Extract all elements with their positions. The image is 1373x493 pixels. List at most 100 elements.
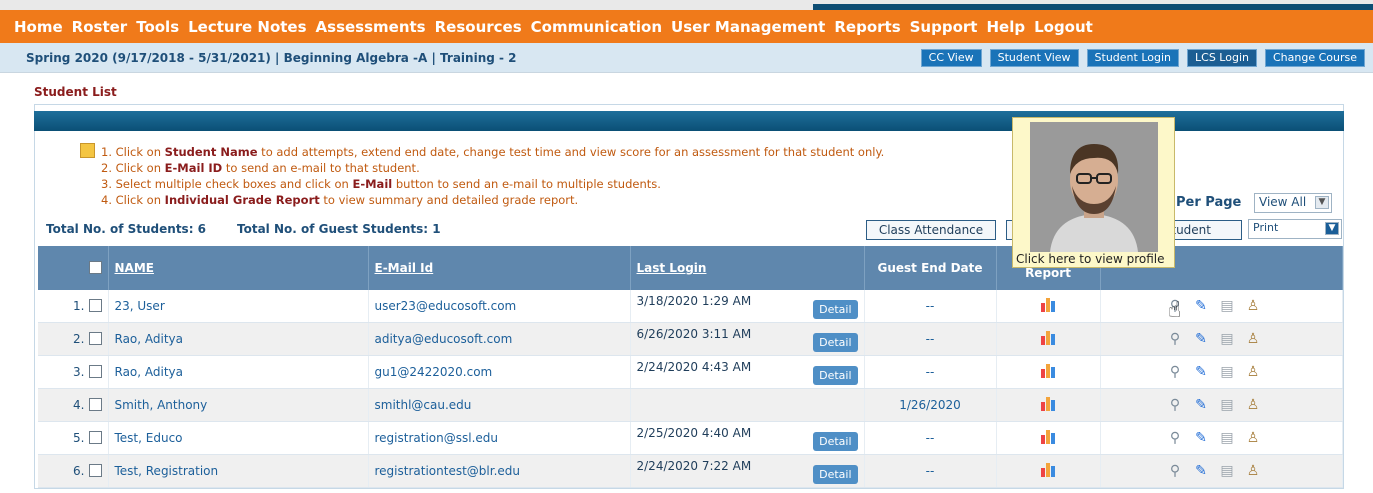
detail-button[interactable]: Detail: [813, 332, 858, 352]
document-icon[interactable]: ▤: [1219, 430, 1236, 447]
row-checkbox[interactable]: [88, 464, 102, 477]
instruction-2: 2. Click on E-Mail ID to send an e-mail …: [80, 160, 884, 176]
nav-tools[interactable]: Tools: [136, 18, 179, 36]
document-icon[interactable]: ▤: [1219, 397, 1236, 414]
user-icon[interactable]: ♙: [1245, 463, 1262, 480]
grade-report-icon[interactable]: [1041, 429, 1055, 444]
search-icon[interactable]: ⚲: [1167, 397, 1184, 414]
user-icon[interactable]: ♙: [1245, 397, 1262, 414]
email-cell: registration@ssl.edu: [368, 421, 631, 455]
grade-report-icon[interactable]: [1041, 396, 1055, 411]
edit-pencil-icon[interactable]: ✎: [1193, 397, 1210, 414]
nav-communication[interactable]: Communication: [531, 18, 662, 36]
search-icon[interactable]: ⚲: [1167, 331, 1184, 348]
lcs-login-button[interactable]: LCS Login: [1187, 49, 1257, 67]
search-icon[interactable]: ⚲: [1167, 463, 1184, 480]
nav-reports[interactable]: Reports: [834, 18, 900, 36]
detail-button[interactable]: Detail: [813, 431, 858, 451]
student-name-link[interactable]: Rao, Aditya: [115, 365, 184, 379]
nav-user-management[interactable]: User Management: [671, 18, 825, 36]
instruction-1: 1. Click on Student Name to add attempts…: [80, 143, 884, 160]
row-checkbox[interactable]: [88, 431, 102, 444]
document-icon[interactable]: ▤: [1219, 364, 1236, 381]
edit-pencil-icon[interactable]: ✎: [1193, 298, 1210, 315]
change-course-button[interactable]: Change Course: [1264, 49, 1365, 67]
user-icon[interactable]: ♙: [1245, 364, 1262, 381]
last-login-value: 2/25/2020 4:40 AM: [636, 425, 752, 440]
instruction-text: button to send an e-mail to multiple stu…: [392, 177, 661, 191]
row-checkbox[interactable]: [88, 332, 102, 345]
per-page-select[interactable]: View All ▼: [1254, 193, 1332, 213]
grade-report-icon[interactable]: [1041, 363, 1055, 378]
student-name-link[interactable]: 23, User: [115, 299, 165, 313]
sort-email-link[interactable]: E-Mail Id: [375, 261, 434, 275]
sort-last-login-link[interactable]: Last Login: [637, 261, 707, 275]
email-link[interactable]: aditya@educosoft.com: [375, 332, 513, 346]
table-row: 2. Rao, Aditya aditya@educosoft.com 6/26/20…: [38, 322, 1343, 356]
row-checkbox[interactable]: [88, 365, 102, 378]
email-link[interactable]: gu1@2422020.com: [375, 365, 493, 379]
student-view-button[interactable]: Student View: [989, 49, 1079, 67]
grade-report-icon[interactable]: [1041, 462, 1055, 477]
edit-pencil-icon[interactable]: ✎: [1193, 364, 1210, 381]
document-icon[interactable]: ▤: [1219, 463, 1236, 480]
report-cell: [996, 290, 1101, 323]
name-header: NAME: [108, 246, 369, 290]
student-name-link[interactable]: Smith, Anthony: [115, 398, 208, 412]
email-link[interactable]: registration@ssl.edu: [375, 431, 499, 445]
class-attendance-button[interactable]: Class Attendance: [866, 220, 996, 240]
per-page-value: View All: [1259, 195, 1307, 209]
nav-resources[interactable]: Resources: [435, 18, 522, 36]
detail-button[interactable]: Detail: [813, 299, 858, 319]
course-bar: Spring 2020 (9/17/2018 - 5/31/2021) | Be…: [0, 43, 1373, 73]
nav-home[interactable]: Home: [14, 18, 63, 36]
user-icon[interactable]: ♙: [1245, 430, 1262, 447]
instruction-bold: E-Mail: [352, 177, 393, 191]
student-name-link[interactable]: Rao, Aditya: [115, 332, 184, 346]
actions-cell: ⚲ ✎ ▤ ♙: [1100, 355, 1343, 389]
document-icon[interactable]: ▤: [1219, 331, 1236, 348]
guest-end-cell: 1/26/2020: [864, 388, 997, 422]
user-icon[interactable]: ♙: [1245, 331, 1262, 348]
user-icon[interactable]: ♙: [1245, 298, 1262, 315]
nav-lecture-notes[interactable]: Lecture Notes: [188, 18, 306, 36]
student-name-link[interactable]: Test, Educo: [115, 431, 183, 445]
last-login-cell: 3/18/2020 1:29 AM Detail: [630, 290, 865, 323]
student-name-cell: Test, Registration: [108, 454, 369, 488]
row-number: 5.: [73, 431, 85, 445]
document-icon[interactable]: ▤: [1219, 298, 1236, 315]
nav-support[interactable]: Support: [910, 18, 978, 36]
search-icon[interactable]: ⚲: [1167, 430, 1184, 447]
edit-pencil-icon[interactable]: ✎: [1193, 331, 1210, 348]
sort-name-link[interactable]: NAME: [115, 261, 154, 275]
email-cell: smithl@cau.edu: [368, 388, 631, 422]
nav-logout[interactable]: Logout: [1034, 18, 1093, 36]
grade-report-icon[interactable]: [1041, 297, 1055, 312]
row-number: 2.: [73, 332, 85, 346]
row-checkbox[interactable]: [88, 398, 102, 411]
row-checkbox[interactable]: [88, 299, 102, 312]
student-name-link[interactable]: Test, Registration: [115, 464, 219, 478]
email-link[interactable]: user23@educosoft.com: [375, 299, 517, 313]
nav-help[interactable]: Help: [986, 18, 1025, 36]
edit-pencil-icon[interactable]: ✎: [1193, 463, 1210, 480]
profile-photo: [1030, 122, 1158, 252]
detail-button[interactable]: Detail: [813, 365, 858, 385]
row-select-cell: 5.: [38, 421, 109, 455]
grade-report-icon[interactable]: [1041, 330, 1055, 345]
detail-button[interactable]: Detail: [813, 464, 858, 484]
row-select-cell: 2.: [38, 322, 109, 356]
edit-pencil-icon[interactable]: ✎: [1193, 430, 1210, 447]
student-login-button[interactable]: Student Login: [1086, 49, 1180, 67]
nav-roster[interactable]: Roster: [72, 18, 128, 36]
email-link[interactable]: registrationtest@blr.edu: [375, 464, 520, 478]
actions-cell: ⚲ ✎ ▤ ♙: [1100, 322, 1343, 356]
cc-view-button[interactable]: CC View: [920, 49, 982, 67]
instruction-bold: Individual Grade Report: [164, 193, 320, 207]
email-link[interactable]: smithl@cau.edu: [375, 398, 472, 412]
print-select[interactable]: Print ▼: [1248, 219, 1342, 239]
select-all-checkbox[interactable]: [88, 261, 102, 274]
nav-assessments[interactable]: Assessments: [316, 18, 426, 36]
actions-cell: ⚲ ✎ ▤ ♙: [1100, 421, 1343, 455]
search-icon[interactable]: ⚲: [1167, 364, 1184, 381]
